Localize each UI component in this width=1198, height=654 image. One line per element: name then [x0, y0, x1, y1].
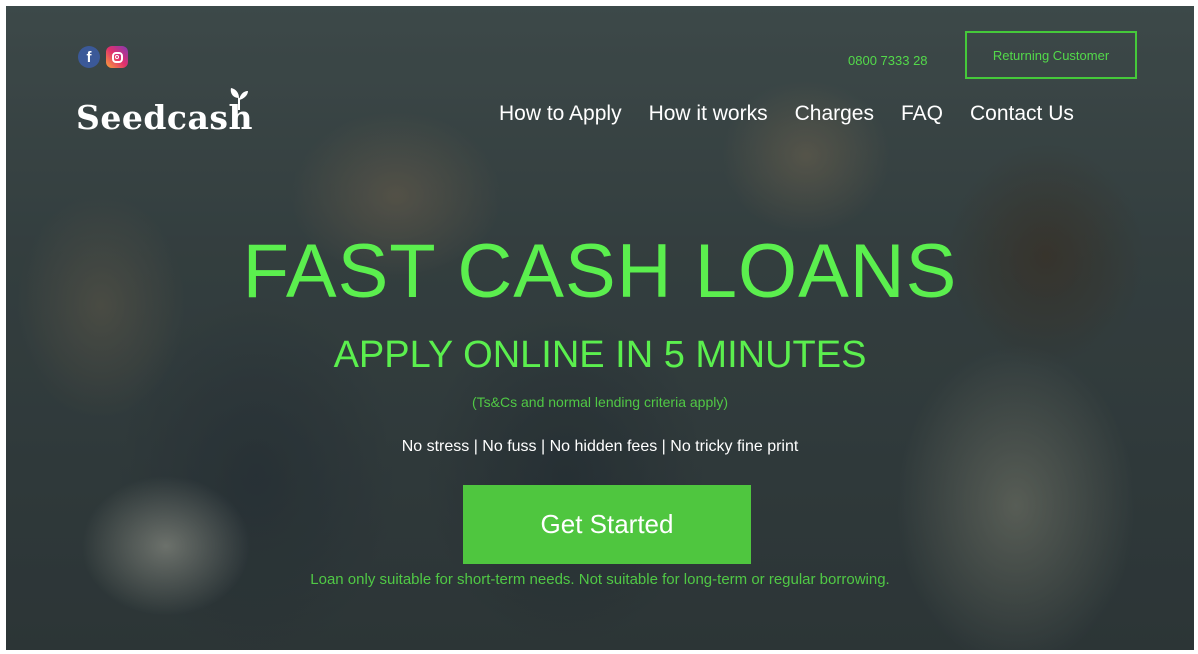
loan-disclaimer: Loan only suitable for short-term needs.… [310, 571, 890, 588]
main-nav: How to Apply How it works Charges FAQ Co… [499, 102, 1074, 126]
nav-item-how-to-apply[interactable]: How to Apply [499, 102, 622, 126]
hero-headline: FAST CASH LOANS [242, 229, 958, 314]
get-started-button[interactable]: Get Started [463, 485, 751, 564]
sprout-icon [230, 88, 248, 110]
brand-logo[interactable]: Seedcash [76, 88, 253, 137]
facebook-icon[interactable]: f [78, 46, 100, 68]
phone-number[interactable]: 0800 7333 28 [848, 53, 928, 68]
brand-name: Seedcash [76, 98, 253, 137]
hero-tagline: No stress | No fuss | No hidden fees | N… [401, 438, 799, 455]
nav-item-contact-us[interactable]: Contact Us [970, 102, 1074, 126]
terms-note: (Ts&Cs and normal lending criteria apply… [472, 394, 728, 410]
nav-item-faq[interactable]: FAQ [901, 102, 943, 126]
nav-item-how-it-works[interactable]: How it works [649, 102, 768, 126]
hero-subheadline: APPLY ONLINE IN 5 MINUTES [333, 334, 867, 376]
instagram-icon[interactable] [106, 46, 128, 68]
hero-section: f Seedcash 0800 7333 28 Returning Custom… [6, 6, 1194, 650]
returning-customer-button[interactable]: Returning Customer [965, 31, 1137, 79]
social-links: f [78, 46, 128, 68]
nav-item-charges[interactable]: Charges [795, 102, 874, 126]
